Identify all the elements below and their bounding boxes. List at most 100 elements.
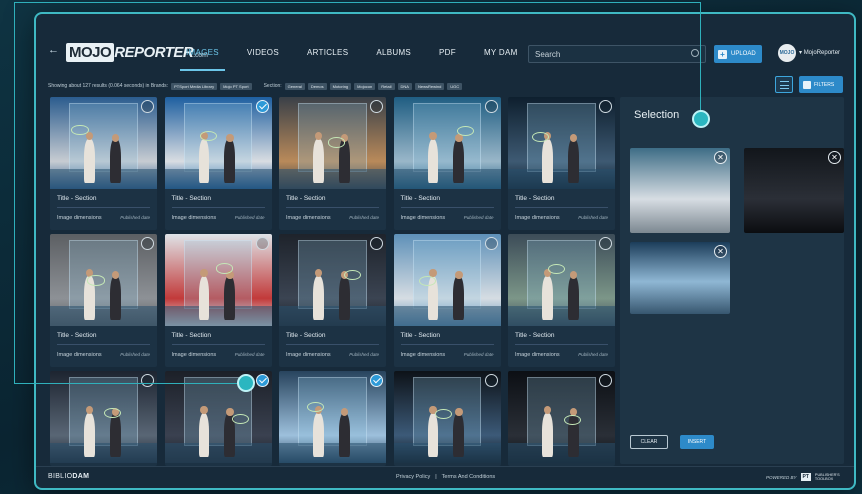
image-card[interactable]: Title - SectionImage dimensionsPublished… (50, 97, 157, 230)
image-dimensions: Image dimensions (286, 352, 331, 358)
section-chip[interactable]: Retail (378, 82, 395, 90)
tab-articles[interactable]: ARTICLES (307, 48, 348, 57)
image-card[interactable]: Title - SectionImage dimensionsPublished… (279, 234, 386, 367)
image-card[interactable]: Title - SectionImage dimensionsPublished… (279, 371, 386, 466)
image-thumbnail[interactable] (508, 371, 615, 463)
callout-dot (237, 374, 255, 392)
tab-videos[interactable]: VIDEOS (247, 48, 279, 57)
checked-checkbox-icon[interactable] (255, 374, 269, 387)
card-title: Title - Section (171, 332, 212, 339)
image-thumbnail[interactable] (393, 371, 501, 463)
selected-image[interactable]: ✕ (744, 148, 844, 233)
checkbox-icon[interactable] (484, 100, 498, 113)
card-meta: Image dimensions Published date (394, 208, 501, 230)
image-thumbnail[interactable] (393, 234, 501, 326)
image-card[interactable]: Title - SectionImage dimensionsPublished… (164, 234, 272, 367)
checkbox-icon[interactable] (484, 237, 498, 250)
tab-my-dam[interactable]: MY DAM (484, 48, 518, 57)
image-card[interactable]: Title - SectionImage dimensionsPublished… (393, 371, 501, 466)
section-chip[interactable]: NewsRewind (414, 82, 445, 90)
image-thumbnail[interactable] (164, 97, 272, 189)
image-card[interactable]: Title - SectionImage dimensionsPublished… (508, 371, 615, 466)
checkbox-icon[interactable] (255, 237, 269, 250)
image-dimensions: Image dimensions (400, 215, 446, 221)
card-title: Title - Section (57, 332, 97, 339)
checkbox-icon[interactable] (599, 100, 612, 113)
section-chip[interactable]: General (284, 82, 305, 90)
image-thumbnail[interactable] (50, 97, 157, 189)
search-icon[interactable] (691, 49, 699, 57)
image-thumbnail[interactable] (393, 97, 501, 189)
selected-image[interactable]: ✕ (630, 148, 730, 233)
clear-button[interactable]: CLEAR (630, 435, 668, 449)
back-arrow-icon[interactable]: ← (48, 44, 59, 56)
image-card[interactable]: Title - SectionImage dimensionsPublished… (393, 234, 501, 367)
published-date: Published date (349, 215, 379, 220)
logo-part2: REPORTER (114, 44, 194, 61)
privacy-link[interactable]: Privacy Policy (396, 474, 430, 480)
card-title: Title - Section (400, 195, 441, 202)
image-card[interactable]: Title - SectionImage dimensionsPublished… (279, 97, 386, 230)
section-chip[interactable]: UGC (447, 82, 463, 90)
image-thumbnail[interactable] (279, 234, 386, 326)
close-icon[interactable]: ✕ (714, 245, 727, 258)
image-thumbnail[interactable] (164, 371, 272, 463)
powered-by-label: POWERED BY (766, 474, 797, 480)
brand-chip[interactable]: Mojo PT Sport (220, 82, 252, 90)
checkbox-icon[interactable] (484, 374, 498, 387)
image-dimensions: Image dimensions (515, 215, 560, 221)
image-thumbnail[interactable] (508, 97, 615, 189)
user-menu[interactable]: ▾ MojoReporter (799, 49, 840, 56)
image-thumbnail[interactable] (164, 234, 272, 326)
terms-link[interactable]: Terms And Conditions (442, 474, 496, 480)
image-card[interactable]: Title - SectionImage dimensionsPublished… (164, 97, 272, 230)
image-card[interactable]: Title - Section Image dimensions Published… (393, 97, 501, 230)
checkbox-icon[interactable] (141, 100, 154, 113)
checkbox-icon[interactable] (141, 374, 154, 387)
upload-button[interactable]: + UPLOAD (714, 45, 762, 63)
tab-pdf[interactable]: PDF (439, 48, 456, 57)
image-card[interactable]: Title - SectionImage dimensionsPublished… (164, 371, 272, 466)
card-title: Title - Section (400, 332, 441, 339)
checkbox-icon[interactable] (370, 100, 383, 113)
image-thumbnail[interactable] (50, 371, 157, 463)
list-view-button[interactable] (775, 76, 793, 93)
image-thumbnail[interactable] (508, 234, 615, 326)
checkbox-icon[interactable] (599, 237, 612, 250)
section-chip[interactable]: Motoring (329, 82, 352, 90)
image-card[interactable]: Title - Section Image dimensions Published… (508, 97, 615, 230)
published-date: Published date (349, 352, 379, 357)
close-icon[interactable]: ✕ (828, 151, 841, 164)
checkbox-icon[interactable] (141, 237, 154, 250)
insert-button[interactable]: INSERT (680, 435, 714, 449)
tab-albums[interactable]: ALBUMS (376, 48, 411, 57)
image-card[interactable]: Title - SectionImage dimensionsPublished… (50, 234, 157, 367)
image-card[interactable]: Title - SectionImage dimensionsPublished… (508, 234, 615, 367)
checkbox-icon[interactable] (599, 374, 612, 387)
checked-checkbox-icon[interactable] (370, 374, 383, 387)
avatar[interactable]: MOJO (778, 44, 796, 62)
callout-line (14, 264, 15, 384)
image-dimensions: Image dimensions (286, 215, 331, 221)
checkbox-icon[interactable] (370, 237, 383, 250)
footer-links: Privacy Policy | Terms And Conditions (396, 474, 495, 480)
checked-checkbox-icon[interactable] (255, 100, 269, 113)
section-chip[interactable]: Demos (307, 82, 327, 90)
search-input[interactable]: Search (528, 45, 706, 63)
image-thumbnail[interactable] (279, 97, 386, 189)
selection-actions: CLEAR INSERT (630, 435, 714, 449)
image-card[interactable]: Title - SectionImage dimensionsPublished… (50, 371, 157, 466)
section-chip[interactable]: DNA (397, 82, 412, 90)
published-date: Published date (463, 215, 494, 220)
image-thumbnail[interactable] (50, 234, 157, 326)
selected-image[interactable]: ✕ (630, 242, 730, 314)
image-thumbnail[interactable] (279, 371, 386, 463)
selection-panel: Selection ✕ ✕ ✕ CLEAR INSERT (620, 97, 844, 464)
filters-button[interactable]: FILTERS (799, 76, 843, 93)
tab-images[interactable]: IMAGES (180, 48, 225, 71)
section-chip[interactable]: Mojocon (354, 82, 376, 90)
close-icon[interactable]: ✕ (714, 151, 727, 164)
published-date: Published date (578, 215, 608, 220)
card-title: Title - Section (515, 195, 555, 202)
brand-chip[interactable]: PTSport Media Library (171, 82, 218, 90)
